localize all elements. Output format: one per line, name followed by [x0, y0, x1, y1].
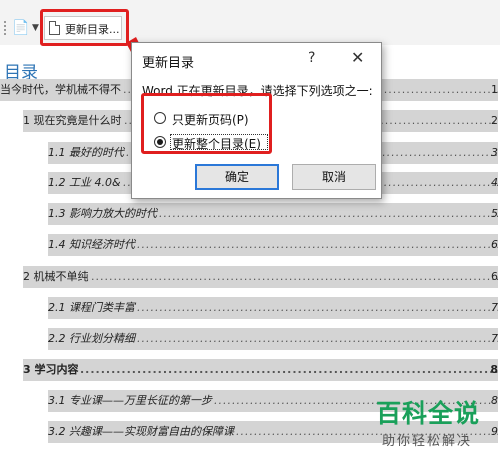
toc-entry-page[interactable]: 6: [491, 234, 498, 256]
toc-entry[interactable]: 3 学习内容..................................…: [23, 359, 498, 381]
toc-entry-text[interactable]: 1.1 最好的时代: [48, 142, 124, 164]
toc-entry-text[interactable]: 2.2 行业划分精细: [48, 328, 135, 350]
watermark-subtitle: 助你轻松解决: [382, 434, 473, 449]
toc-leader-dots: ........................................…: [137, 301, 498, 314]
toc-entry-text[interactable]: 3.2 兴趣课——实现财富自由的保障课: [48, 421, 234, 443]
toolbar-grip-icon[interactable]: [4, 21, 6, 35]
toc-leader-dots: ........................................…: [80, 363, 498, 376]
toc-entry-page[interactable]: 6: [491, 266, 498, 288]
toc-entry-text[interactable]: 3 学习内容: [23, 359, 78, 381]
toc-entry[interactable]: 2.2 行业划分精细..............................…: [48, 328, 498, 350]
highlight-box-options: [141, 93, 272, 154]
chevron-down-icon[interactable]: ▼: [32, 24, 39, 33]
toc-entry-text[interactable]: 1.4 知识经济时代: [48, 234, 135, 256]
document-icon[interactable]: 📄: [12, 21, 29, 35]
toc-entry-page[interactable]: 3: [491, 142, 498, 164]
ok-button[interactable]: 确定: [195, 164, 279, 190]
toc-entry[interactable]: 2 机械不单纯.................................…: [23, 266, 498, 288]
toc-entry-page[interactable]: 4: [491, 172, 498, 194]
dialog-title: 更新目录: [142, 56, 195, 71]
toc-entry-page[interactable]: 1: [491, 79, 498, 101]
toc-entry-page[interactable]: 7: [491, 328, 498, 350]
toc-leader-dots: ........................................…: [137, 332, 498, 345]
watermark-title: 百科全说: [376, 399, 481, 428]
toc-entry[interactable]: 1.3 影响力放大的时代............................…: [48, 203, 498, 225]
cancel-button[interactable]: 取消: [292, 164, 376, 190]
toc-entry-page[interactable]: 9: [491, 421, 498, 443]
toc-entry-page[interactable]: 8: [490, 359, 498, 381]
toc-entry[interactable]: 1.4 知识经济时代..............................…: [48, 234, 498, 256]
toc-entry-text[interactable]: 1 现在究竟是什么时: [23, 110, 122, 132]
toc-entry[interactable]: 2.1 课程门类丰富..............................…: [48, 297, 498, 319]
toc-leader-dots: ........................................…: [91, 270, 498, 283]
toc-entry-text[interactable]: 当今时代，学机械不得不: [0, 79, 121, 101]
help-icon[interactable]: ?: [308, 50, 315, 66]
highlight-box-toolbar: [40, 9, 129, 46]
toc-entry-text[interactable]: 1.3 影响力放大的时代: [48, 203, 157, 225]
toc-entry-text[interactable]: 1.2 工业 4.0&: [48, 172, 121, 194]
toc-entry-page[interactable]: 2: [491, 110, 498, 132]
toc-entry-page[interactable]: 5: [491, 203, 498, 225]
toc-entry-text[interactable]: 3.1 专业课——万里长征的第一步: [48, 390, 212, 412]
toc-leader-dots: ........................................…: [159, 207, 498, 220]
toc-entry-text[interactable]: 2.1 课程门类丰富: [48, 297, 135, 319]
toc-leader-dots: ........................................…: [137, 238, 498, 251]
toc-entry-page[interactable]: 8: [491, 390, 498, 412]
toc-entry-text[interactable]: 2 机械不单纯: [23, 266, 89, 288]
toc-entry-page[interactable]: 7: [491, 297, 498, 319]
close-icon[interactable]: ✕: [351, 48, 364, 67]
